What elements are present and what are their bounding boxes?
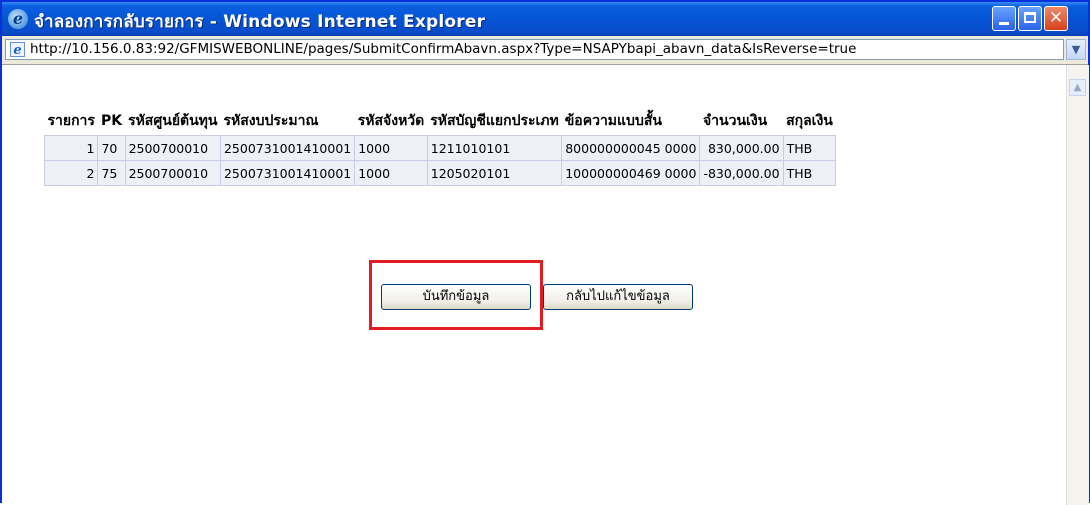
- maximize-icon: [1024, 12, 1036, 23]
- column-header: สกุลเงิน: [783, 107, 836, 136]
- column-header: รหัสจังหวัด: [354, 107, 428, 136]
- table-cell: 75: [97, 160, 126, 186]
- address-url[interactable]: http://10.156.0.83:92/GFMISWEBONLINE/pag…: [30, 41, 856, 57]
- table-cell: 2500700010: [124, 160, 221, 186]
- column-header: รหัสศูนย์ต้นทุน: [125, 107, 221, 136]
- window-title: จำลองการกลับรายการ - Windows Internet Ex…: [34, 12, 486, 32]
- browser-window: e จำลองการกลับรายการ - Windows Internet …: [0, 0, 1090, 505]
- table-cell: THB: [782, 160, 837, 186]
- table-row: 2 75 2500700010 2500731001410001 1000 12…: [43, 160, 837, 186]
- table-cell: 1: [43, 135, 99, 161]
- entries-table: รายการ PK รหัสศูนย์ต้นทุน รหัสงบประมาณ ร…: [43, 107, 837, 186]
- table-row: 1 70 2500700010 2500731001410001 1000 12…: [43, 135, 837, 161]
- table-cell: 1000: [354, 160, 428, 186]
- minimize-icon: [999, 22, 1009, 25]
- table-cell: 100000000469 0000: [561, 160, 701, 186]
- column-header: ข้อความแบบสั้น: [561, 107, 700, 136]
- address-field[interactable]: e http://10.156.0.83:92/GFMISWEBONLINE/p…: [5, 39, 1064, 60]
- close-button[interactable]: ✕: [1044, 6, 1068, 31]
- column-header: รหัสงบประมาณ: [220, 107, 355, 136]
- title-bar[interactable]: e จำลองการกลับรายการ - Windows Internet …: [2, 2, 1088, 36]
- table-cell: 1205020101: [426, 160, 563, 186]
- table-cell: 2500731001410001: [219, 160, 356, 186]
- table-cell: 830,000.00: [699, 135, 784, 161]
- table-header-row: รายการ PK รหัสศูนย์ต้นทุน รหัสงบประมาณ ร…: [44, 107, 836, 136]
- table-cell: 800000000045 0000: [561, 135, 701, 161]
- address-dropdown-button[interactable]: ▼: [1066, 39, 1086, 60]
- vertical-scrollbar[interactable]: ▲: [1066, 65, 1089, 505]
- address-bar: e http://10.156.0.83:92/GFMISWEBONLINE/p…: [2, 36, 1088, 65]
- minimize-button[interactable]: [992, 6, 1016, 31]
- page-icon: e: [10, 42, 25, 58]
- table-cell: 70: [97, 135, 126, 161]
- close-icon: ✕: [1048, 8, 1064, 28]
- chevron-down-icon: ▼: [1071, 43, 1081, 56]
- table-cell: 1211010101: [426, 135, 563, 161]
- table-cell: 2: [43, 160, 99, 186]
- table-cell: -830,000.00: [699, 160, 784, 186]
- table-cell: THB: [782, 135, 837, 161]
- save-button[interactable]: บันทึกข้อมูล: [381, 284, 531, 310]
- table-cell: 2500731001410001: [219, 135, 356, 161]
- column-header: จำนวนเงิน: [699, 107, 784, 136]
- column-header: รายการ: [44, 107, 98, 136]
- ie-logo-icon: e: [8, 9, 28, 29]
- column-header: รหัสบัญชีแยกประเภท: [427, 107, 562, 136]
- maximize-button[interactable]: [1018, 6, 1042, 31]
- table-cell: 1000: [354, 135, 428, 161]
- column-header: PK: [97, 107, 126, 136]
- table-cell: 2500700010: [124, 135, 221, 161]
- scroll-up-icon[interactable]: ▲: [1069, 79, 1086, 96]
- back-to-edit-button[interactable]: กลับไปแก้ไขข้อมูล: [543, 284, 693, 310]
